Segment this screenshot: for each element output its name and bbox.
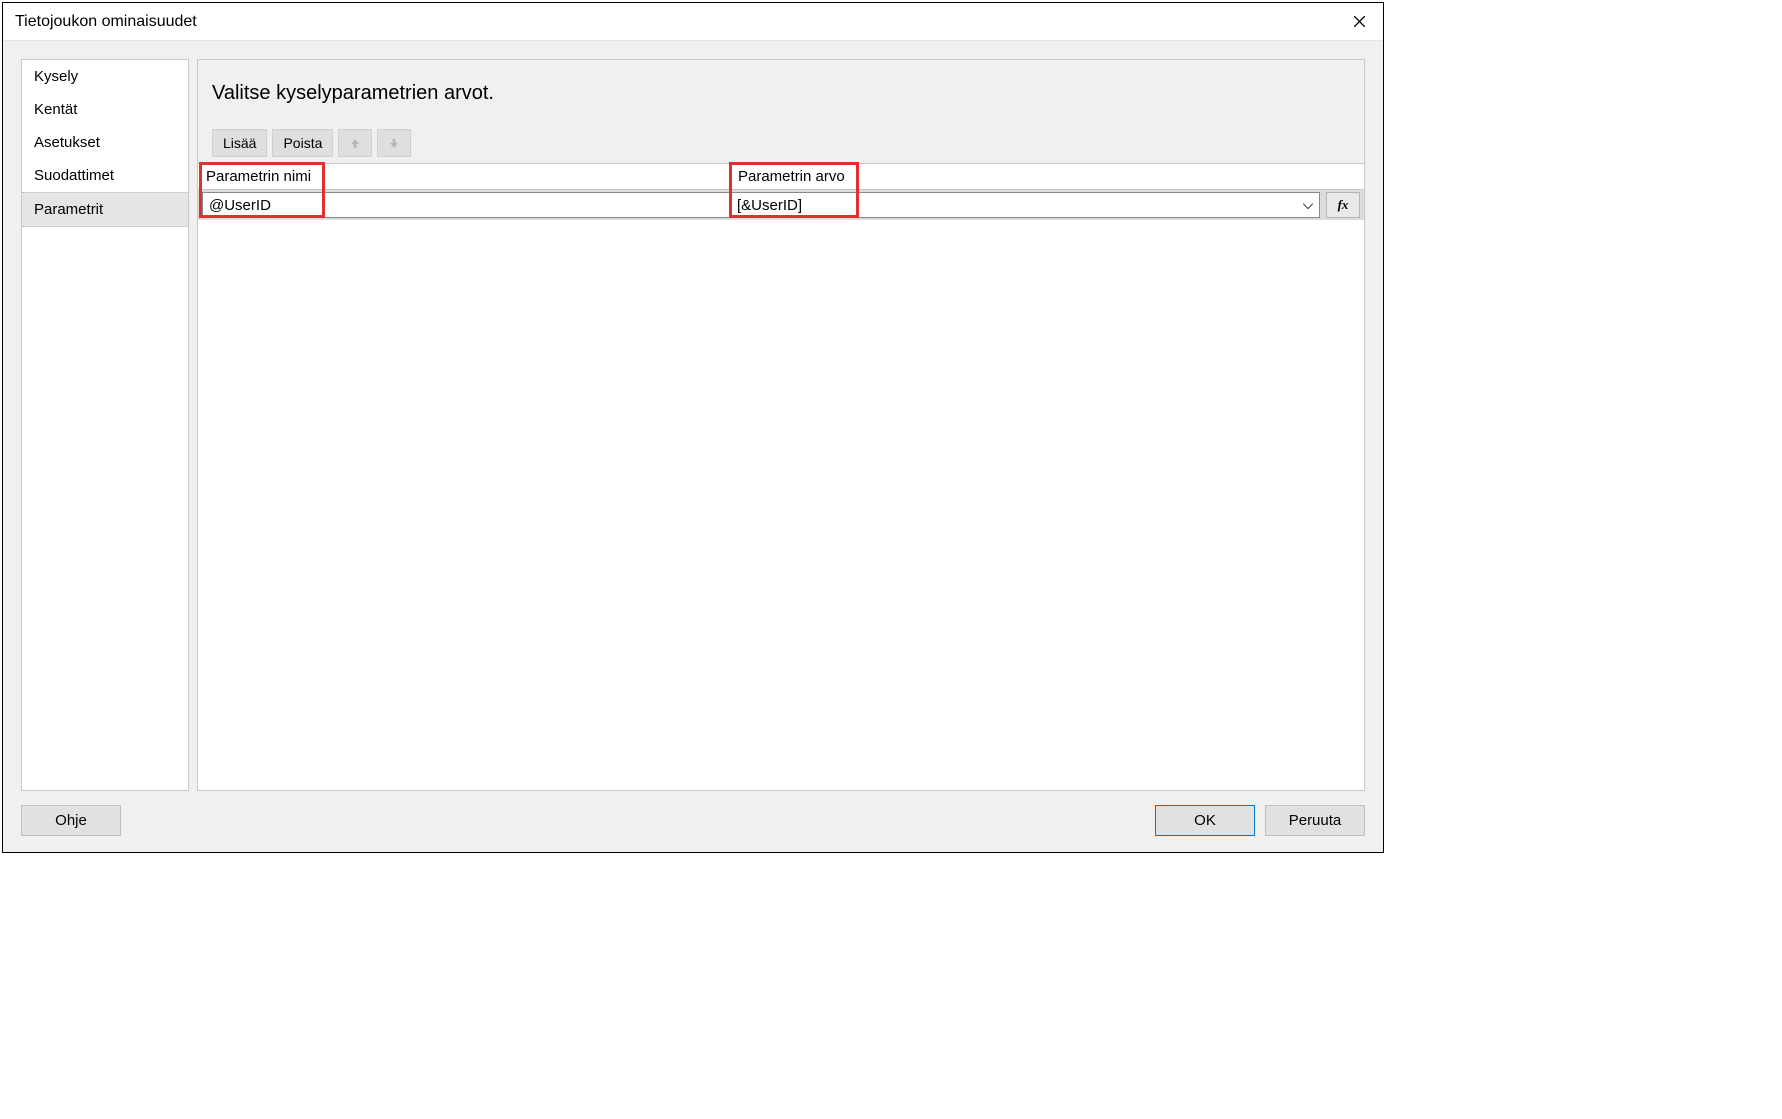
dialog-title: Tietojoukon ominaisuudet	[15, 13, 197, 31]
close-icon	[1354, 16, 1365, 27]
dataset-properties-dialog: Tietojoukon ominaisuudet Kysely Kentät A…	[2, 2, 1384, 853]
parameter-value-dropdown[interactable]: [&UserID]	[730, 192, 1320, 218]
chevron-down-icon	[1303, 197, 1313, 214]
move-down-button[interactable]	[377, 129, 411, 157]
column-header-value: Parametrin arvo	[730, 164, 1364, 189]
cell-parameter-name	[202, 192, 730, 218]
dropdown-selected-value: [&UserID]	[737, 197, 802, 214]
content-area: Kysely Kentät Asetukset Suodattimet Para…	[3, 41, 1383, 791]
parameter-name-input[interactable]	[202, 192, 730, 218]
sidebar-item-fields[interactable]: Kentät	[22, 93, 188, 126]
sidebar: Kysely Kentät Asetukset Suodattimet Para…	[21, 59, 189, 791]
dialog-footer: Ohje OK Peruuta	[3, 791, 1383, 852]
cell-parameter-value: [&UserID] fx	[730, 192, 1360, 218]
ok-button[interactable]: OK	[1155, 805, 1255, 836]
add-button[interactable]: Lisää	[212, 129, 267, 157]
arrow-down-icon	[388, 137, 400, 149]
grid-header: Parametrin nimi Parametrin arvo	[198, 164, 1364, 190]
sidebar-item-query[interactable]: Kysely	[22, 60, 188, 93]
table-row: [&UserID] fx	[198, 190, 1364, 220]
fx-icon: fx	[1338, 197, 1349, 213]
toolbar: Lisää Poista	[198, 129, 1364, 163]
arrow-up-icon	[349, 137, 361, 149]
main-panel: Valitse kyselyparametrien arvot. Lisää P…	[197, 59, 1365, 791]
dialog-body: Kysely Kentät Asetukset Suodattimet Para…	[3, 41, 1383, 852]
parameters-grid: Parametrin nimi Parametrin arvo [&UserID…	[198, 163, 1364, 790]
move-up-button[interactable]	[338, 129, 372, 157]
expression-button[interactable]: fx	[1326, 192, 1360, 218]
close-button[interactable]	[1347, 10, 1371, 34]
cancel-button[interactable]: Peruuta	[1265, 805, 1365, 836]
sidebar-item-parameters[interactable]: Parametrit	[22, 192, 188, 227]
delete-button[interactable]: Poista	[272, 129, 333, 157]
column-header-name: Parametrin nimi	[198, 164, 730, 189]
titlebar: Tietojoukon ominaisuudet	[3, 3, 1383, 41]
help-button[interactable]: Ohje	[21, 805, 121, 836]
panel-heading: Valitse kyselyparametrien arvot.	[198, 60, 1364, 129]
sidebar-item-filters[interactable]: Suodattimet	[22, 159, 188, 192]
sidebar-item-options[interactable]: Asetukset	[22, 126, 188, 159]
